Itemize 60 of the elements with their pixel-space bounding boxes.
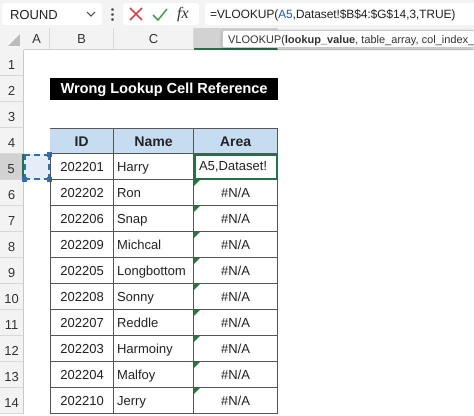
row-header[interactable]: 13	[0, 362, 24, 388]
table-cell: 202210	[50, 388, 114, 414]
table-cell: 202208	[50, 284, 114, 310]
table-cell: #N/A	[194, 336, 278, 362]
row-header[interactable]: 8	[0, 232, 24, 258]
table-cell: 202206	[50, 206, 114, 232]
row-header[interactable]: 11	[0, 310, 24, 336]
table-cell: #N/A	[194, 232, 278, 258]
cancel-icon[interactable]	[129, 7, 143, 21]
table-cell: Ron	[114, 180, 194, 206]
table-header-cell: ID	[50, 128, 114, 154]
dropdown-caret-icon[interactable]	[86, 11, 96, 17]
row-header[interactable]: 7	[0, 206, 24, 232]
table-cell: 202205	[50, 258, 114, 284]
row-header[interactable]: 14	[0, 388, 24, 414]
row-header[interactable]: 12	[0, 336, 24, 362]
check-icon[interactable]	[152, 8, 168, 20]
table-cell: Harmoiny	[114, 336, 194, 362]
formula-field[interactable]: =VLOOKUP(A5,Dataset!$B$4:$G$14,3,TRUE)	[205, 3, 474, 25]
table-cell: Sonny	[114, 284, 194, 310]
row-header[interactable]: 5	[0, 154, 24, 180]
function-tooltip: VLOOKUP(lookup_value, table_array, col_index_	[222, 30, 474, 48]
table-cell: Malfoy	[114, 362, 194, 388]
table-cell: 202204	[50, 362, 114, 388]
row-header[interactable]: 6	[0, 180, 24, 206]
table-cell: 202202	[50, 180, 114, 206]
table-cell: #N/A	[194, 284, 278, 310]
sheet-title: Wrong Lookup Cell Reference	[50, 78, 278, 100]
table-cell: 202201	[50, 154, 114, 180]
row-header[interactable]: 10	[0, 284, 24, 310]
column-header[interactable]: B	[50, 28, 114, 50]
table-header-cell: Name	[114, 128, 194, 154]
table-cell: 202203	[50, 336, 114, 362]
table-cell: #N/A	[194, 180, 278, 206]
column-header[interactable]: C	[114, 28, 194, 50]
row-header[interactable]: 9	[0, 258, 24, 284]
table-cell: #N/A	[194, 362, 278, 388]
table-cell: #N/A	[194, 206, 278, 232]
row-header[interactable]: 2	[0, 76, 24, 102]
name-box-value: ROUND	[10, 6, 58, 22]
table-cell: Reddle	[114, 310, 194, 336]
table-cell: 202207	[50, 310, 114, 336]
table-cell: #N/A	[194, 310, 278, 336]
table-cell: Snap	[114, 206, 194, 232]
table-cell: Harry	[114, 154, 194, 180]
table-cell: #N/A	[194, 258, 278, 284]
table-cell: Michcal	[114, 232, 194, 258]
editing-cell[interactable]: A5,Dataset!	[194, 154, 278, 180]
selected-cell[interactable]	[24, 154, 50, 180]
row-header[interactable]: 1	[0, 50, 24, 76]
more-options-icon[interactable]	[111, 8, 114, 20]
table-header-cell: Area	[194, 128, 278, 154]
table-cell: Longbottom	[114, 258, 194, 284]
row-header[interactable]: 4	[0, 128, 24, 154]
table-cell: #N/A	[194, 388, 278, 414]
table-cell: Jerry	[114, 388, 194, 414]
insert-function-button[interactable]: fx	[177, 5, 189, 23]
row-header[interactable]: 3	[0, 102, 24, 128]
column-header[interactable]: A	[24, 28, 50, 50]
table-cell: 202209	[50, 232, 114, 258]
